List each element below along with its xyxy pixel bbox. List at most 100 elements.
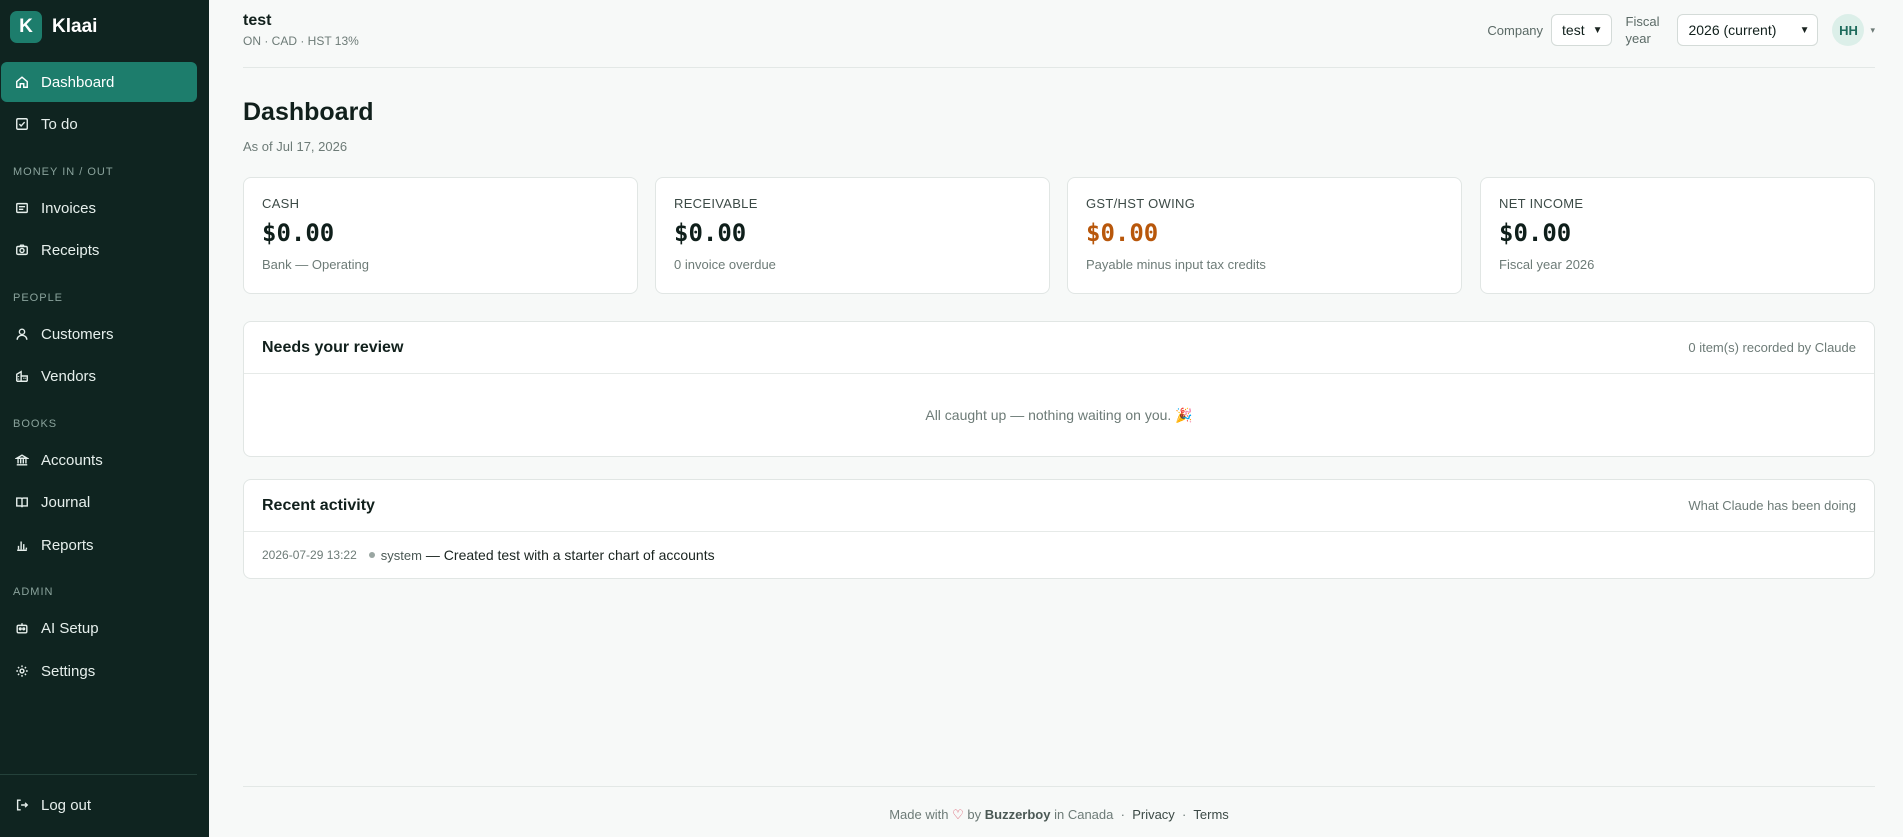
sidebar-item-reports[interactable]: Reports bbox=[1, 525, 197, 565]
card-note: Payable minus input tax credits bbox=[1086, 257, 1266, 272]
review-empty-state: All caught up — nothing waiting on you. … bbox=[925, 406, 1193, 423]
sidebar-item-vendors[interactable]: Vendors bbox=[1, 356, 197, 396]
sidebar-item-label: Accounts bbox=[41, 451, 103, 469]
kpi-card-gst-hst: GST/HST OWING $0.00 Payable minus input … bbox=[1067, 177, 1462, 294]
sidebar-item-journal[interactable]: Journal bbox=[1, 482, 197, 522]
sidebar-item-accounts[interactable]: Accounts bbox=[1, 440, 197, 480]
footer-separator: · bbox=[1120, 807, 1125, 822]
terms-link[interactable]: Terms bbox=[1193, 807, 1228, 822]
footer-made-with: Made with bbox=[889, 807, 949, 822]
sidebar-item-settings[interactable]: Settings bbox=[1, 651, 197, 691]
sidebar-item-ai-setup[interactable]: AI Setup bbox=[1, 608, 197, 648]
sidebar-item-label: AI Setup bbox=[41, 619, 99, 637]
card-label: GST/HST OWING bbox=[1086, 196, 1196, 211]
card-value: $0.00 bbox=[1499, 219, 1572, 247]
sidebar-item-invoices[interactable]: Invoices bbox=[1, 188, 197, 228]
brand-name: Klaai bbox=[52, 16, 98, 37]
chevron-down-icon: ▼ bbox=[1799, 24, 1810, 36]
kpi-card-cash: CASH $0.00 Bank — Operating bbox=[243, 177, 638, 294]
review-panel-meta: 0 item(s) recorded by Claude bbox=[1688, 340, 1856, 355]
footer-location: in Canada bbox=[1054, 807, 1114, 822]
card-label: NET INCOME bbox=[1499, 196, 1584, 211]
activity-text: — Created test with a starter chart of a… bbox=[425, 547, 715, 563]
footer: Made with ♡ by Buzzerboy in Canada · Pri… bbox=[243, 807, 1875, 823]
sidebar-item-label: Vendors bbox=[41, 367, 97, 385]
card-value: $0.00 bbox=[1086, 219, 1159, 247]
company-select[interactable]: test ▼ bbox=[1551, 14, 1612, 46]
company-select-value: test bbox=[1562, 22, 1585, 38]
logout-icon bbox=[15, 798, 29, 812]
footer-separator: · bbox=[1182, 807, 1187, 822]
sidebar-item-label: Settings bbox=[41, 662, 96, 680]
review-panel-title: Needs your review bbox=[262, 338, 404, 356]
footer-by: by bbox=[967, 807, 982, 822]
top-bar: test ON · CAD · HST 13% Company test ▼ F… bbox=[243, 0, 1875, 68]
home-icon bbox=[15, 75, 29, 89]
page-subtitle: As of Jul 17, 2026 bbox=[243, 139, 348, 154]
company-name: test bbox=[243, 12, 272, 29]
heart-icon: ♡ bbox=[952, 807, 964, 822]
sidebar-item-label: Reports bbox=[41, 536, 94, 554]
logout-button[interactable]: Log out bbox=[1, 785, 197, 825]
activity-panel: Recent activity What Claude has been doi… bbox=[243, 479, 1875, 579]
list-item: 2026-07-29 13:22 system — Created test w… bbox=[244, 532, 1874, 578]
bank-icon bbox=[15, 453, 29, 467]
activity-actor: system bbox=[380, 547, 422, 563]
fiscal-label-line2: year bbox=[1625, 31, 1651, 46]
fiscal-year-label: Fiscal year bbox=[1626, 13, 1660, 47]
page-title: Dashboard bbox=[243, 98, 374, 126]
logout-label: Log out bbox=[41, 796, 92, 814]
card-note: Bank — Operating bbox=[262, 257, 369, 272]
footer-company: Buzzerboy bbox=[984, 807, 1051, 822]
activity-panel-meta: What Claude has been doing bbox=[1688, 498, 1856, 513]
privacy-link[interactable]: Privacy bbox=[1132, 807, 1175, 822]
sidebar-item-label: Journal bbox=[41, 493, 91, 511]
sidebar-item-dashboard[interactable]: Dashboard bbox=[1, 62, 197, 102]
user-icon bbox=[15, 327, 29, 341]
sidebar-item-label: Invoices bbox=[41, 199, 97, 217]
fiscal-year-value: 2026 (current) bbox=[1688, 22, 1777, 38]
dot-icon bbox=[368, 552, 375, 558]
avatar-caret-icon[interactable]: ▾ bbox=[1870, 25, 1875, 36]
kpi-card-net-income: NET INCOME $0.00 Fiscal year 2026 bbox=[1480, 177, 1875, 294]
activity-panel-title: Recent activity bbox=[262, 496, 375, 514]
sidebar-item-receipts[interactable]: Receipts bbox=[1, 230, 197, 270]
sidebar-item-label: Customers bbox=[41, 325, 114, 343]
fiscal-year-select[interactable]: 2026 (current) ▼ bbox=[1677, 14, 1819, 46]
invoice-icon bbox=[15, 201, 29, 215]
company-meta: ON · CAD · HST 13% bbox=[243, 34, 359, 48]
book-icon bbox=[15, 495, 29, 509]
sidebar-item-label: Receipts bbox=[41, 241, 100, 259]
card-note: Fiscal year 2026 bbox=[1499, 257, 1595, 272]
card-label: RECEIVABLE bbox=[674, 196, 758, 211]
review-panel-header: Needs your review 0 item(s) recorded by … bbox=[244, 322, 1874, 374]
building-icon bbox=[15, 369, 29, 383]
card-value: $0.00 bbox=[262, 219, 335, 247]
avatar[interactable]: HH bbox=[1832, 14, 1865, 46]
chevron-down-icon: ▼ bbox=[1592, 24, 1603, 36]
footer-divider bbox=[243, 786, 1875, 787]
card-note: 0 invoice overdue bbox=[674, 257, 776, 272]
sidebar-item-label: Dashboard bbox=[41, 73, 115, 91]
bar-chart-icon bbox=[15, 538, 29, 552]
sidebar-item-customers[interactable]: Customers bbox=[1, 314, 197, 354]
activity-panel-header: Recent activity What Claude has been doi… bbox=[244, 480, 1874, 532]
kpi-card-receivable: RECEIVABLE $0.00 0 invoice overdue bbox=[655, 177, 1050, 294]
activity-time: 2026-07-29 13:22 bbox=[262, 548, 357, 562]
card-value: $0.00 bbox=[674, 219, 747, 247]
sidebar-item-todo[interactable]: To do bbox=[1, 104, 197, 144]
section-label-books: BOOKS bbox=[13, 418, 58, 430]
camera-icon bbox=[15, 243, 29, 257]
brand-logo: K bbox=[10, 11, 42, 43]
review-panel: Needs your review 0 item(s) recorded by … bbox=[243, 321, 1875, 457]
fiscal-label-line1: Fiscal bbox=[1625, 14, 1660, 29]
sidebar-item-label: To do bbox=[41, 115, 78, 133]
section-label-money: MONEY IN / OUT bbox=[13, 166, 114, 178]
brand[interactable]: K Klaai bbox=[0, 0, 209, 54]
company-label: Company bbox=[1487, 22, 1544, 38]
sidebar: K Klaai Dashboard To do MONEY IN / OUT I… bbox=[0, 0, 209, 837]
card-label: CASH bbox=[262, 196, 300, 211]
sidebar-divider bbox=[0, 774, 197, 775]
robot-icon bbox=[15, 621, 29, 635]
checkbox-icon bbox=[15, 117, 29, 131]
